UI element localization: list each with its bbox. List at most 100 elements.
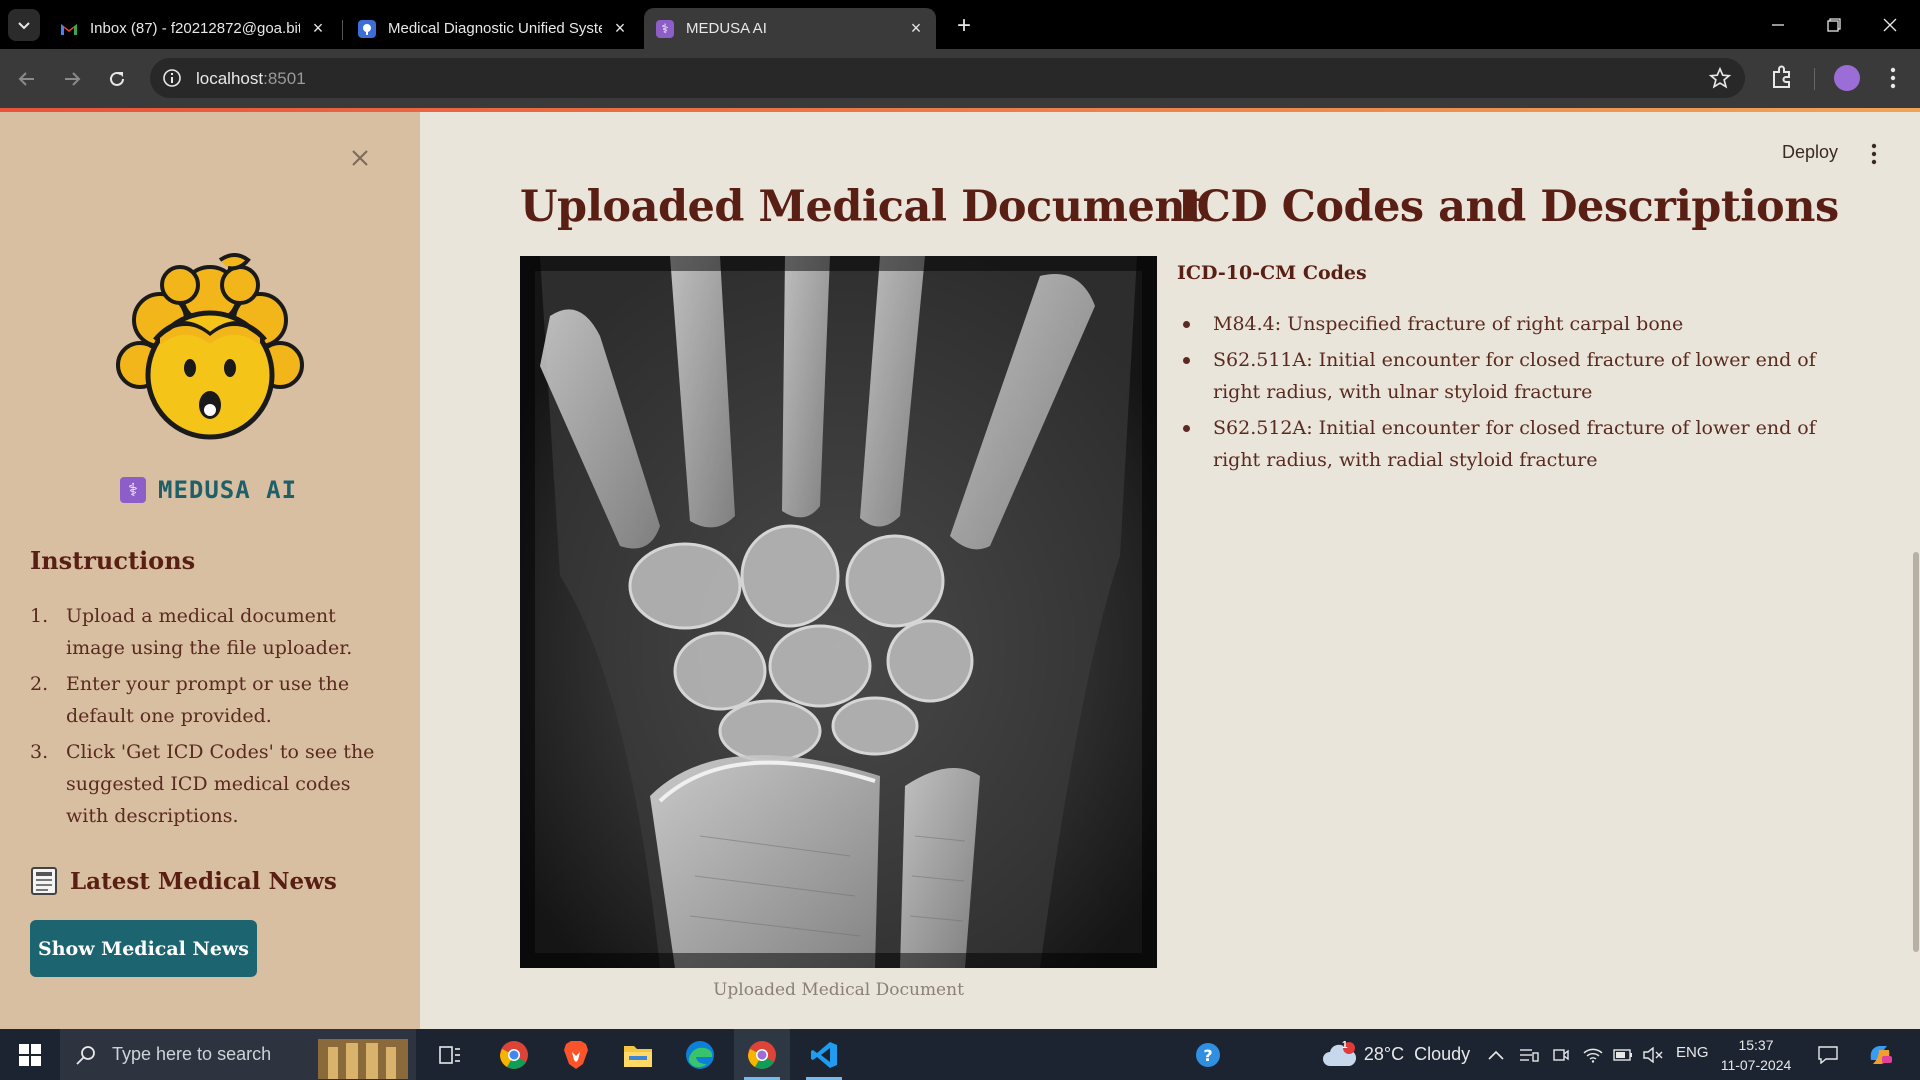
copilot-icon xyxy=(1870,1045,1892,1064)
bullet-icon xyxy=(1183,425,1190,432)
caduceus-icon: ⚕ xyxy=(120,477,146,503)
vscode-icon xyxy=(811,1041,837,1068)
gmail-icon xyxy=(60,20,78,38)
close-window-button[interactable] xyxy=(1862,0,1918,49)
close-tab-icon[interactable]: × xyxy=(612,18,628,38)
deploy-button[interactable]: Deploy xyxy=(1782,142,1838,163)
taskbar-brave[interactable] xyxy=(548,1029,604,1080)
tab-search-button[interactable] xyxy=(8,9,40,41)
main-scrollbar[interactable] xyxy=(1913,552,1919,952)
restore-button[interactable] xyxy=(1806,0,1862,49)
weather-badge: 1 xyxy=(1342,1040,1348,1051)
icd-codes-heading: ICD Codes and Descriptions xyxy=(1177,182,1839,232)
tab-gmail[interactable]: Inbox (87) - f20212872@goa.bits-pilani.a… xyxy=(48,8,338,49)
medusa-mascot-logo xyxy=(116,253,304,440)
clock-time: 15:37 xyxy=(1738,1037,1774,1053)
brand: ⚕ MEDUSA AI xyxy=(120,476,297,504)
browser-tab-strip: Inbox (87) - f20212872@goa.bits-pilani.a… xyxy=(0,0,1920,49)
windows-taskbar: Type here to search ? 1 28°C Cloudy ENG … xyxy=(0,1029,1920,1080)
taskbar-vscode[interactable] xyxy=(796,1029,852,1080)
browser-menu-icon[interactable] xyxy=(1880,65,1906,91)
battery-icon xyxy=(1613,1048,1632,1061)
brand-name: MEDUSA AI xyxy=(158,476,298,504)
task-view-button[interactable] xyxy=(422,1029,478,1080)
tray-volume[interactable] xyxy=(1642,1029,1664,1080)
restore-icon xyxy=(1827,17,1841,32)
notifications-button[interactable] xyxy=(1808,1029,1848,1080)
windows-logo-icon xyxy=(19,1043,41,1066)
language-indicator[interactable]: ENG xyxy=(1676,1044,1709,1061)
taskbar-edge[interactable] xyxy=(672,1029,728,1080)
address-bar[interactable]: localhost:8501 xyxy=(150,58,1745,98)
icd-code-item: S62.512A: Initial encounter for closed f… xyxy=(1177,412,1817,476)
tab-title: MEDUSA AI xyxy=(686,20,767,37)
instruction-item: 2. Enter your prompt or use the default o… xyxy=(30,673,350,727)
tab-title: Medical Diagnostic Unified System Assist… xyxy=(388,20,602,37)
site-info-icon[interactable] xyxy=(162,68,182,88)
tray-onscreen-icon[interactable] xyxy=(1518,1029,1540,1080)
tray-meet-icon[interactable] xyxy=(1550,1029,1572,1080)
arrow-right-icon xyxy=(65,72,81,86)
forward-button[interactable] xyxy=(57,64,87,94)
close-tab-icon[interactable]: × xyxy=(310,18,326,38)
profile-avatar[interactable] xyxy=(1834,65,1860,91)
extensions-icon[interactable] xyxy=(1768,64,1796,92)
close-sidebar-icon[interactable] xyxy=(348,146,372,170)
chrome-icon xyxy=(748,1040,776,1069)
weather-text: 28°C Cloudy xyxy=(1363,1044,1471,1064)
main-content: Deploy Uploaded Medical Document ICD Cod… xyxy=(420,112,1920,1029)
svg-text:?: ? xyxy=(1203,1046,1212,1065)
instructions-list: 1. Upload a medical document image using … xyxy=(30,600,390,836)
uploaded-document-heading: Uploaded Medical Document xyxy=(520,182,1205,232)
close-icon xyxy=(1883,18,1897,31)
icd-codes-list: M84.4: Unspecified fracture of right car… xyxy=(1177,308,1817,480)
search-highlight-icon xyxy=(318,1039,408,1079)
edge-icon xyxy=(686,1040,714,1069)
tab-title: Inbox (87) - f20212872@goa.bits-pilani.a… xyxy=(90,20,300,37)
back-button[interactable] xyxy=(12,64,42,94)
clock[interactable]: 15:37 11-07-2024 xyxy=(1718,1035,1794,1075)
wifi-icon xyxy=(1583,1048,1603,1063)
icd-code-item: M84.4: Unspecified fracture of right car… xyxy=(1177,308,1817,340)
help-icon: ? xyxy=(1196,1042,1220,1067)
taskbar-chrome-active[interactable] xyxy=(734,1029,790,1080)
xray-illustration xyxy=(520,256,1157,968)
tray-wifi[interactable] xyxy=(1582,1029,1604,1080)
weather-widget[interactable]: 1 28°C Cloudy xyxy=(1316,1029,1476,1080)
tab-medusa-ai[interactable]: ⚕ MEDUSA AI × xyxy=(644,8,936,49)
show-medical-news-button[interactable]: Show Medical News xyxy=(30,920,257,977)
browser-toolbar: localhost:8501 xyxy=(0,49,1920,108)
taskbar-file-explorer[interactable] xyxy=(610,1029,666,1080)
search-icon xyxy=(76,1045,95,1065)
bullet-icon xyxy=(1183,357,1190,364)
icd-code-item: S62.511A: Initial encounter for closed f… xyxy=(1177,344,1817,408)
medusa-icon: ⚕ xyxy=(656,19,674,38)
start-button[interactable] xyxy=(0,1029,60,1080)
camera-icon xyxy=(1553,1048,1569,1061)
task-view-icon xyxy=(439,1045,460,1064)
clock-date: 11-07-2024 xyxy=(1720,1057,1792,1073)
bookmark-star-icon[interactable] xyxy=(1709,67,1731,89)
minimize-icon xyxy=(1772,23,1784,26)
sidebar: ⚕ MEDUSA AI Instructions 1. Upload a medi… xyxy=(0,112,420,1029)
instruction-item: 3. Click 'Get ICD Codes' to see the sugge… xyxy=(30,741,375,827)
minimize-button[interactable] xyxy=(1750,0,1806,49)
tray-battery[interactable] xyxy=(1612,1029,1634,1080)
bullet-icon xyxy=(1183,321,1190,328)
reload-button[interactable] xyxy=(102,64,132,94)
show-hidden-icons[interactable] xyxy=(1486,1029,1506,1080)
help-button[interactable]: ? xyxy=(1180,1029,1236,1080)
chevron-down-icon xyxy=(18,22,30,30)
brave-icon xyxy=(564,1040,588,1069)
taskbar-chrome[interactable] xyxy=(486,1029,542,1080)
instructions-heading: Instructions xyxy=(30,546,196,575)
chrome-icon xyxy=(500,1040,528,1069)
volume-muted-icon xyxy=(1643,1046,1663,1063)
copilot-button[interactable] xyxy=(1860,1029,1900,1080)
tab-medical-diagnostic[interactable]: Medical Diagnostic Unified System Assist… xyxy=(346,8,640,49)
app-menu-icon[interactable] xyxy=(1864,142,1884,166)
close-tab-icon[interactable]: × xyxy=(908,18,924,38)
taskbar-search-box[interactable]: Type here to search xyxy=(60,1029,416,1080)
toolbar-divider xyxy=(1814,68,1815,90)
new-tab-button[interactable]: + xyxy=(950,12,978,40)
